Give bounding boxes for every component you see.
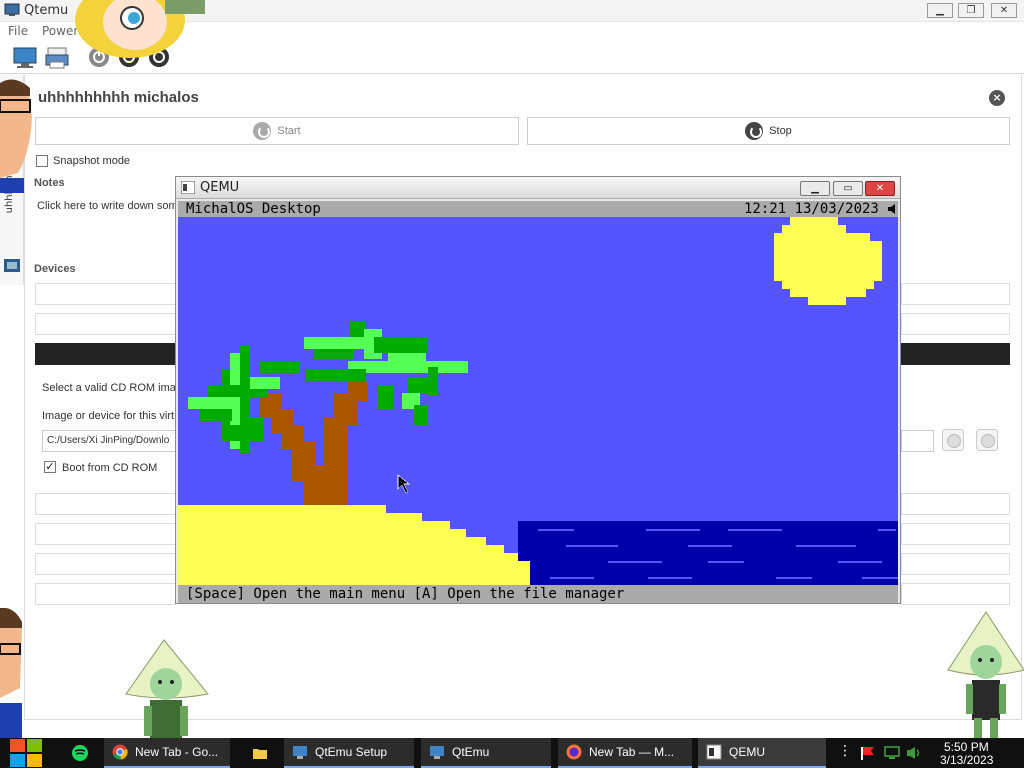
device-selected-row-right[interactable] [901, 343, 1010, 365]
taskbar-item-chrome[interactable]: New Tab - Go... [104, 738, 230, 768]
desktop-wallpaper [178, 217, 898, 585]
start-icon [253, 122, 272, 140]
option-row-4-left[interactable] [35, 583, 176, 605]
cartoon-peridot-right [947, 611, 1024, 738]
start-label: Start [277, 125, 301, 137]
taskbar-item-qemu[interactable]: QEMU [698, 738, 826, 768]
qemu-app-icon [181, 181, 195, 194]
cdrom-hint: Select a valid CD ROM image [42, 382, 176, 394]
sidebar-machine-icon[interactable] [3, 258, 21, 274]
device-row-2-left[interactable] [35, 313, 176, 335]
option-row-1-left[interactable] [35, 493, 176, 515]
image-device-label: Image or device for this virt [42, 410, 175, 422]
sun [774, 217, 882, 305]
snapshot-checkbox[interactable] [36, 155, 48, 167]
start-button[interactable]: Start [35, 117, 519, 145]
devices-heading: Devices [34, 263, 76, 275]
option-row-3-right[interactable] [901, 553, 1010, 575]
spotify-icon[interactable] [71, 744, 89, 762]
taskbar-firefox-label: New Tab — M... [589, 745, 675, 759]
qemu-title: QEMU [200, 180, 240, 195]
overflow-menu-icon[interactable]: ⋮ [838, 743, 852, 759]
taskbar-item-qtemu[interactable]: QtEmu [421, 738, 551, 768]
cdrom-path-field-right[interactable] [901, 430, 934, 452]
guest-screen[interactable]: MichalOS Desktop 12:21 13/03/2023 [Space… [178, 201, 898, 603]
device-row-2-right[interactable] [901, 313, 1010, 335]
menu-file[interactable]: File [8, 24, 28, 38]
taskbar-item-explorer[interactable] [244, 738, 278, 768]
eject-cd-icon[interactable] [942, 429, 964, 451]
device-row-1-right[interactable] [901, 283, 1010, 305]
volume-icon[interactable] [906, 746, 924, 760]
taskbar: New Tab - Go... QtEmu Setup QtEmu New Ta… [0, 738, 1024, 768]
os-topbar: MichalOS Desktop 12:21 13/03/2023 [178, 201, 898, 217]
boot-cdrom-label: Boot from CD ROM [62, 462, 158, 474]
os-clock: 12:21 13/03/2023 [744, 201, 879, 217]
setup-icon [293, 746, 307, 759]
mouse-cursor [397, 474, 410, 494]
taskbar-qtemu-setup-label: QtEmu Setup [315, 745, 388, 759]
right-palm-fronds [304, 321, 468, 425]
network-icon[interactable] [884, 746, 900, 760]
qtemu-icon [430, 746, 444, 759]
cdrom-path-field[interactable]: C:/Users/Xi JinPing/Downlo [42, 430, 176, 452]
clock-time[interactable]: 5:50 PM [944, 740, 989, 754]
flag-icon[interactable] [860, 746, 876, 760]
close-machine-icon[interactable]: × [989, 90, 1005, 106]
taskbar-qemu-label: QEMU [729, 745, 765, 759]
qtemu-app-icon [4, 3, 20, 16]
clock-date[interactable]: 3/13/2023 [940, 753, 993, 767]
device-row-1-left[interactable] [35, 283, 176, 305]
chrome-icon [112, 744, 128, 760]
windows-start-icon[interactable] [10, 738, 44, 768]
maximize-button[interactable]: ❐ [958, 3, 984, 18]
taskbar-qtemu-label: QtEmu [452, 745, 490, 759]
notes-field[interactable]: Click here to write down some [37, 200, 177, 212]
option-row-4-right[interactable] [901, 583, 1010, 605]
cartoon-hank-top [0, 79, 32, 193]
snapshot-label: Snapshot mode [53, 155, 131, 167]
cdrom-path-value: C:/Users/Xi JinPing/Downlo [47, 435, 170, 446]
boot-cdrom-checkbox[interactable]: ✓ [44, 461, 56, 473]
taskbar-item-qtemu-setup[interactable]: QtEmu Setup [284, 738, 414, 768]
qemu-maximize-button[interactable]: ▭ [833, 181, 863, 196]
firefox-icon [566, 744, 582, 760]
cartoon-girl-sticker [75, 0, 205, 58]
os-statusbar: [Space] Open the main menu [A] Open the … [178, 585, 898, 603]
option-row-2-right[interactable] [901, 523, 1010, 545]
os-statusbar-text: [Space] Open the main menu [A] Open the … [186, 586, 625, 602]
option-row-2-left[interactable] [35, 523, 176, 545]
cartoon-peridot-left [125, 639, 209, 738]
qemu-minimize-button[interactable]: ▁ [800, 181, 830, 196]
os-title: MichalOS Desktop [186, 201, 321, 217]
speaker-icon [888, 204, 895, 214]
palm-trunk [260, 381, 368, 505]
device-selected-row-left[interactable] [35, 343, 176, 365]
notes-heading: Notes [34, 177, 65, 189]
option-row-3-left[interactable] [35, 553, 176, 575]
qemu-window[interactable]: QEMU ▁ ▭ ✕ MichalOS Desktop 12:21 13/03/… [175, 176, 901, 604]
machine-icon[interactable] [12, 46, 38, 70]
taskbar-chrome-label: New Tab - Go... [135, 745, 219, 759]
minimize-button[interactable]: ▁ [927, 3, 953, 18]
taskbar-item-firefox[interactable]: New Tab — M... [558, 738, 692, 768]
option-row-1-right[interactable] [901, 493, 1010, 515]
stop-label: Stop [769, 125, 792, 137]
qemu-icon [706, 744, 722, 760]
close-button[interactable]: ✕ [991, 3, 1017, 18]
browse-cd-icon[interactable] [976, 429, 998, 451]
folder-icon [253, 749, 267, 759]
stop-button[interactable]: Stop [527, 117, 1010, 145]
qemu-close-button[interactable]: ✕ [865, 181, 895, 196]
beach [178, 505, 530, 585]
sea [518, 521, 898, 585]
machine-name: uhhhhhhhhh michalos [38, 89, 199, 106]
cartoon-hank-bottom [0, 608, 22, 738]
stop-icon [745, 122, 764, 140]
qemu-titlebar[interactable]: QEMU ▁ ▭ ✕ [176, 177, 900, 199]
